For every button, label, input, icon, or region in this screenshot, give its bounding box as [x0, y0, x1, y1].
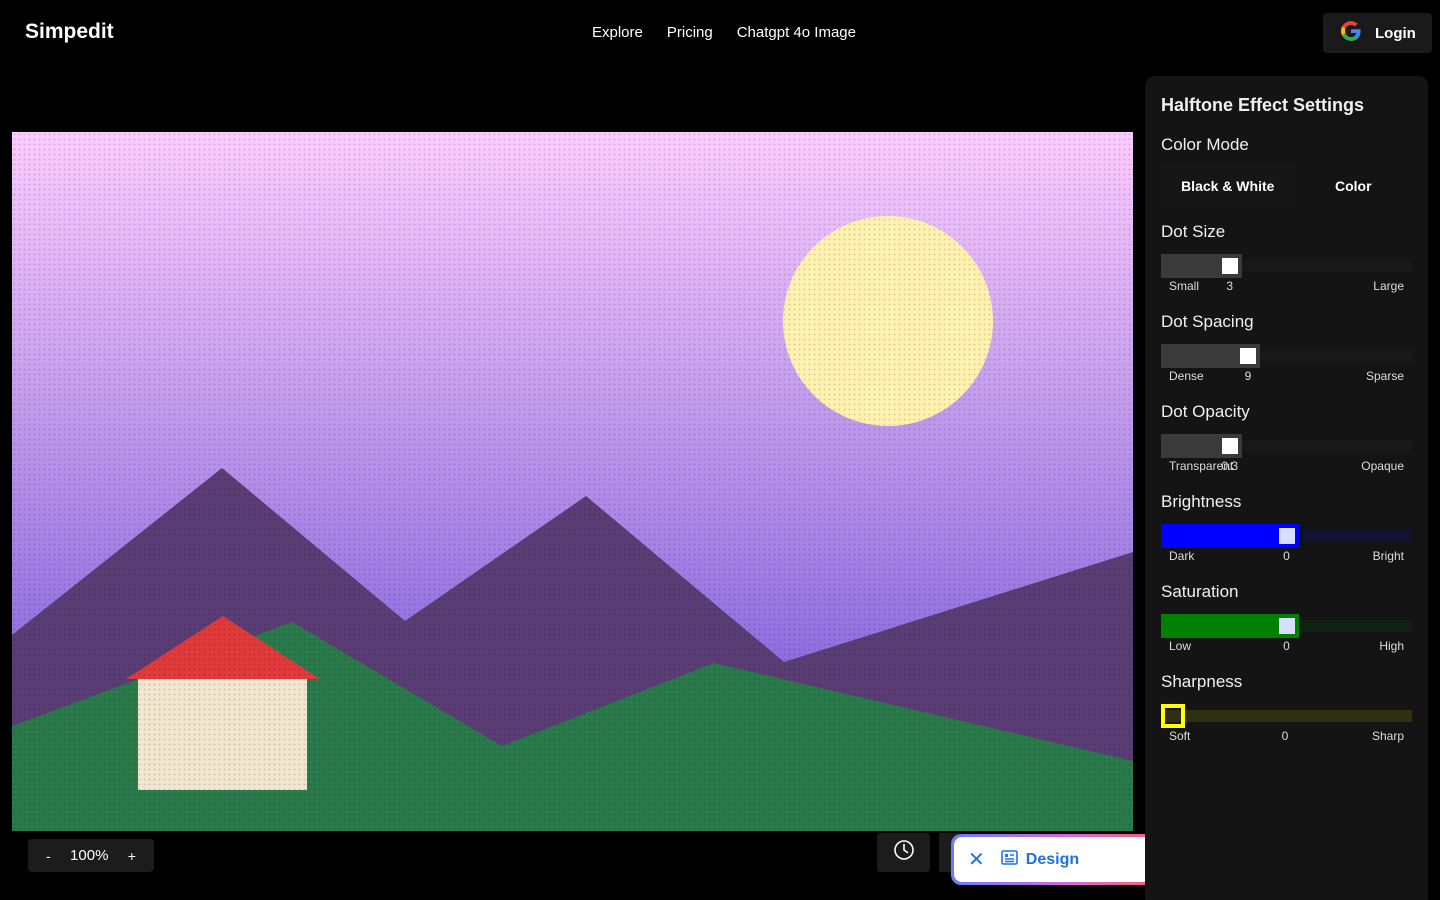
brightness-slider[interactable]	[1161, 524, 1412, 548]
dot-spacing-slider[interactable]	[1161, 344, 1412, 368]
zoom-control: - 100% +	[28, 839, 154, 872]
brightness-min-label: Dark	[1169, 549, 1195, 563]
design-label: Design	[1025, 850, 1080, 868]
dot-opacity-title: Dot Opacity	[1161, 402, 1250, 421]
saturation-max-label: High	[1379, 639, 1404, 653]
dot-spacing-title: Dot Spacing	[1161, 312, 1254, 331]
halftone-landscape-image	[12, 132, 1133, 831]
zoom-level: 100%	[70, 847, 109, 864]
google-icon	[1339, 19, 1363, 48]
dot-spacing-max-label: Sparse	[1365, 369, 1404, 383]
brightness-slider-thumb[interactable]	[1278, 528, 1295, 544]
zoom-in-button[interactable]: +	[128, 848, 136, 864]
sharpness-min-label: Soft	[1169, 729, 1191, 743]
app-logo[interactable]: Simpedit	[25, 20, 114, 44]
panel-title: Halftone Effect Settings	[1161, 95, 1365, 115]
dot-opacity-slider[interactable]	[1161, 434, 1412, 458]
dot-spacing-slider-thumb[interactable]	[1239, 348, 1256, 364]
dot-opacity-value: 0.3	[1221, 459, 1239, 473]
login-label: Login	[1375, 24, 1416, 42]
sharpness-max-label: Sharp	[1371, 729, 1404, 743]
zoom-out-button[interactable]: -	[46, 848, 51, 864]
saturation-slider-thumb[interactable]	[1278, 618, 1295, 634]
close-icon[interactable]: ✕	[968, 850, 985, 870]
color-mode-bw-button[interactable]: Black & White	[1161, 164, 1295, 208]
nav-explore[interactable]: Explore	[592, 24, 643, 41]
sharpness-value: 0	[1281, 729, 1289, 743]
sharpness-title: Sharpness	[1161, 672, 1243, 691]
dot-size-slider-thumb[interactable]	[1221, 258, 1238, 274]
dot-size-min-label: Small	[1169, 279, 1200, 293]
saturation-title: Saturation	[1161, 582, 1239, 601]
dot-size-slider[interactable]	[1161, 254, 1412, 278]
design-icon	[1000, 849, 1018, 870]
brightness-title: Brightness	[1161, 492, 1242, 511]
nav-chatgpt-4o-image[interactable]: Chatgpt 4o Image	[737, 24, 856, 41]
sharpness-slider[interactable]	[1161, 704, 1412, 728]
dot-opacity-max-label: Opaque	[1361, 459, 1404, 473]
halftone-settings-panel: Halftone Effect Settings Color Mode Blac…	[1145, 76, 1428, 900]
dot-spacing-min-label: Dense	[1169, 369, 1204, 383]
sharpness-slider-thumb[interactable]	[1161, 704, 1185, 728]
dot-size-value: 3	[1226, 279, 1234, 293]
dot-opacity-slider-thumb[interactable]	[1221, 438, 1238, 454]
dot-spacing-value: 9	[1244, 369, 1252, 383]
brightness-value: 0	[1283, 549, 1290, 563]
saturation-min-label: Low	[1169, 639, 1192, 653]
image-canvas[interactable]	[12, 132, 1133, 831]
saturation-slider[interactable]	[1161, 614, 1412, 638]
color-mode-title: Color Mode	[1161, 135, 1249, 154]
color-mode-color-button[interactable]: Color	[1295, 164, 1413, 208]
design-button[interactable]: Design	[1000, 849, 1080, 870]
color-mode-toggle: Black & White Color	[1161, 164, 1412, 208]
brightness-max-label: Bright	[1372, 549, 1404, 563]
sharpness-slider-track	[1161, 710, 1412, 722]
saturation-value: 0	[1283, 639, 1290, 653]
nav-pricing[interactable]: Pricing	[667, 24, 713, 41]
dot-size-title: Dot Size	[1161, 222, 1226, 241]
top-nav: Explore Pricing Chatgpt 4o Image	[592, 24, 856, 41]
history-button[interactable]	[877, 833, 930, 872]
dot-size-max-label: Large	[1373, 279, 1404, 293]
clock-icon	[893, 839, 915, 866]
login-button[interactable]: Login	[1323, 13, 1432, 53]
